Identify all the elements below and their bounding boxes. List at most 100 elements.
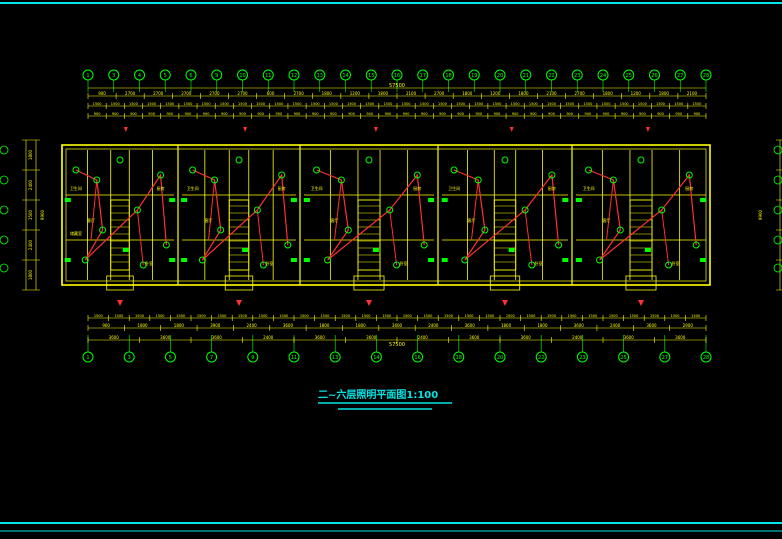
axis-label-top: 25	[626, 73, 632, 79]
room-label: 客厅	[468, 217, 476, 223]
dim-value-bottom: 3900	[210, 323, 221, 328]
dim-value-bottom: 3600	[469, 335, 480, 340]
entry-arrow	[117, 300, 123, 306]
north-arrow	[645, 127, 650, 132]
dim-value-bottom: 1500	[176, 314, 185, 318]
wiring-branch	[334, 179, 342, 241]
axis-label-top: 11	[265, 73, 271, 79]
dim-value-bottom: 1500	[506, 314, 515, 318]
axis-label-bottom: 16	[414, 355, 420, 361]
total-height-left: 9900	[40, 209, 45, 220]
drawing-title: 二~六层照明平面图1:100	[318, 388, 438, 401]
light-fixture	[235, 156, 243, 164]
dim-value-bottom: 1500	[238, 314, 247, 318]
entry-arrow	[366, 300, 372, 306]
dim-value-bottom: 1800	[137, 323, 148, 328]
wiring-branch	[524, 209, 533, 266]
dim-value-top: 900	[112, 112, 119, 116]
room-label: 厨房	[278, 185, 286, 191]
dim-value-top: 1500	[93, 102, 102, 106]
dim-value-top: 900	[239, 112, 246, 116]
axis-bubble-left	[0, 205, 9, 215]
room-label: 卫生间	[187, 185, 199, 191]
dim-value-bottom: 1800	[356, 323, 367, 328]
dim-value-top: 1500	[238, 102, 247, 106]
dim-value-top: 900	[403, 112, 410, 116]
dim-value-top: 2700	[209, 91, 220, 96]
axis-label-bottom: 27	[662, 355, 668, 361]
dim-value-top: 900	[348, 112, 355, 116]
axis-label-top: 23	[574, 73, 580, 79]
dim-value-top: 1500	[493, 102, 502, 106]
dim-value-bottom: 1500	[259, 314, 268, 318]
dim-value-top: 1500	[365, 102, 374, 106]
dim-value-top: 1500	[184, 102, 193, 106]
entry-arrow	[638, 300, 644, 306]
dim-value-bottom: 1500	[465, 314, 474, 318]
switch-symbol	[508, 248, 515, 252]
dim-value-bottom: 1500	[609, 314, 618, 318]
dim-value-top: 900	[94, 112, 101, 116]
dim-value-left: 1800	[28, 269, 33, 280]
dim-value-top: 1800	[603, 91, 614, 96]
dim-value-bottom: 3600	[574, 323, 585, 328]
dim-value-left: 2400	[28, 179, 33, 190]
switch-symbol	[644, 248, 651, 252]
dim-value-bottom: 1500	[650, 314, 659, 318]
axis-label-bottom: 5	[169, 355, 172, 361]
dim-value-top: 1500	[674, 102, 683, 106]
north-arrow	[373, 127, 378, 132]
dim-value-top: 1200	[350, 91, 361, 96]
dim-value-bottom: 3600	[109, 335, 120, 340]
axis-label-top: 19	[471, 73, 477, 79]
dim-value-top: 900	[494, 112, 501, 116]
switch-symbol	[122, 248, 129, 252]
room-label: 客厅	[331, 217, 339, 223]
switch-symbol	[169, 258, 176, 262]
dim-value-bottom: 1500	[526, 314, 535, 318]
axis-label-bottom: 3	[128, 355, 131, 361]
dim-value-top: 2700	[294, 91, 305, 96]
dim-value-bottom: 1500	[217, 314, 226, 318]
wiring-branch	[389, 209, 398, 266]
north-arrow	[509, 127, 514, 132]
dim-value-top: 1500	[602, 102, 611, 106]
switch-symbol	[700, 258, 707, 262]
dim-value-top: 1500	[311, 102, 320, 106]
dim-value-top: 1500	[329, 102, 338, 106]
axis-label-top: 13	[317, 73, 323, 79]
dim-value-top: 1800	[462, 91, 473, 96]
switch-symbol	[441, 258, 448, 262]
axis-label-bottom: 22	[538, 355, 544, 361]
axis-label-top: 15	[368, 73, 374, 79]
room-label: 厨房	[413, 185, 421, 191]
axis-bubble-left	[0, 235, 9, 245]
axis-label-top: 1	[86, 73, 89, 79]
axis-label-bottom: 14	[373, 355, 379, 361]
dim-value-top: 900	[657, 112, 664, 116]
axis-label-bottom: 25	[620, 355, 626, 361]
dim-value-top: 900	[257, 112, 264, 116]
switch-symbol	[441, 198, 448, 202]
building-inner-outline	[65, 148, 707, 282]
balcony	[489, 275, 521, 291]
dim-value-bottom: 1500	[629, 314, 638, 318]
entry-arrow	[236, 300, 242, 306]
axis-label-top: 20	[497, 73, 503, 79]
dim-value-top: 1500	[529, 102, 538, 106]
dim-value-top: 900	[439, 112, 446, 116]
room-label: 卧室	[535, 260, 543, 266]
dim-value-bottom: 1500	[94, 314, 103, 318]
dim-value-top: 900	[312, 112, 319, 116]
wiring-run	[453, 169, 560, 261]
dim-value-bottom: 1500	[671, 314, 680, 318]
dim-value-top: 1500	[511, 102, 520, 106]
dim-value-top: 900	[221, 112, 228, 116]
dim-value-bottom: 1500	[547, 314, 556, 318]
switch-symbol	[562, 258, 569, 262]
switch-symbol	[290, 198, 297, 202]
dim-value-bottom: 3600	[624, 335, 635, 340]
axis-bubble-right	[773, 175, 782, 185]
switch-symbol	[700, 198, 707, 202]
dim-value-top: 1500	[402, 102, 411, 106]
